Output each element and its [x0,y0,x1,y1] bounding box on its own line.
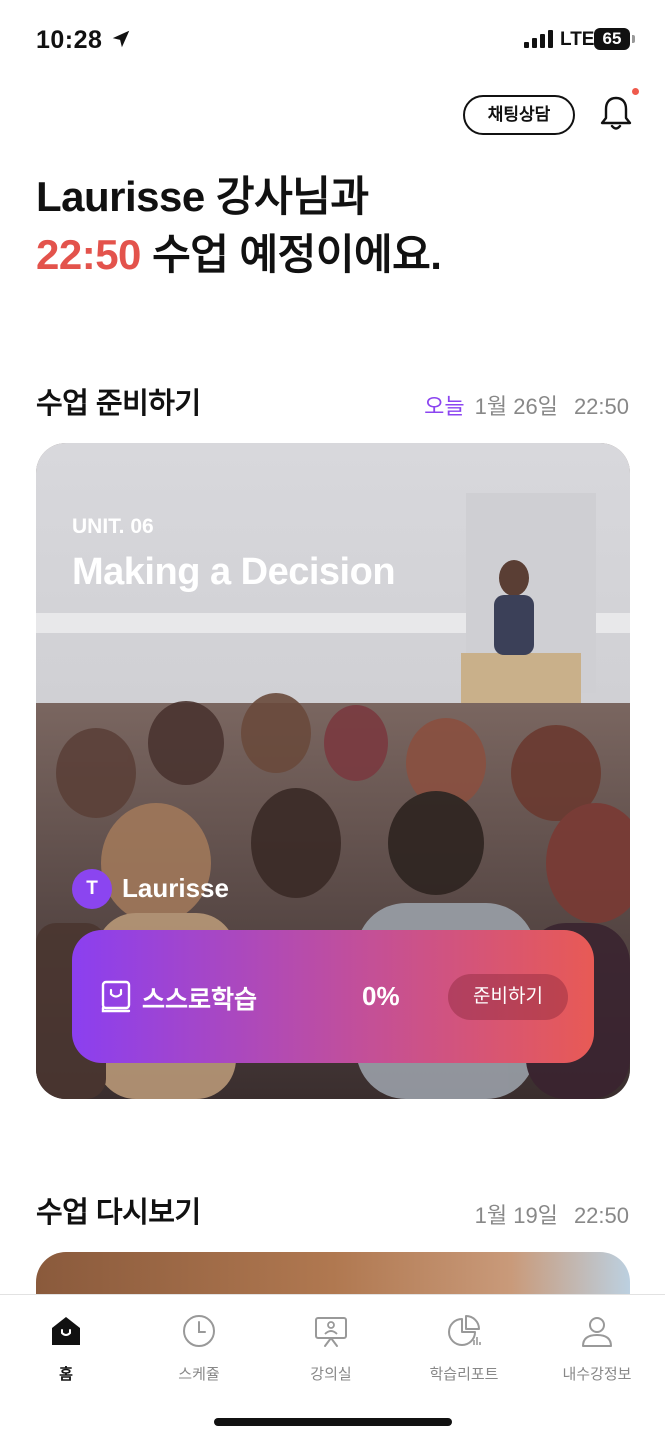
today-label: 오늘 [424,394,465,419]
home-icon [52,1317,80,1345]
upcoming-time: 22:50 [573,394,629,419]
headline-line2: 22:50 수업 예정이에요. [36,226,442,284]
chat-consult-button[interactable]: 채팅상담 [463,95,575,135]
bell-icon[interactable] [598,94,634,132]
report-chart-icon [448,1315,481,1346]
upcoming-section-meta: 오늘 1월 26일 22:50 [424,389,629,421]
tab-report-label: 학습리포트 [429,1366,499,1383]
teacher-avatar: T [72,869,112,909]
battery-tip [632,35,635,43]
classroom-icon [315,1317,347,1347]
tab-home[interactable]: 홈 [11,1313,121,1384]
headline-line2-text: 수업 예정이에요. [140,231,442,278]
page-headline: Laurisse 강사님과 22:50 수업 예정이에요. [36,168,442,284]
tab-my-info-label: 내수강정보 [562,1366,632,1383]
tab-home-label: 홈 [59,1366,73,1383]
tab-classroom-label: 강의실 [310,1366,352,1383]
self-study-label: 스스로학습 [142,986,258,1014]
status-bar: 10:28 LTE 65 [0,0,665,80]
status-time: 10:28 [36,26,103,54]
headline-time: 22:50 [36,231,141,278]
tab-schedule[interactable]: 스케쥴 [144,1313,254,1384]
tab-classroom[interactable]: 강의실 [276,1313,386,1384]
home-indicator [214,1418,452,1426]
battery-icon: 65 [594,28,630,50]
tab-report[interactable]: 학습리포트 [409,1313,519,1384]
user-icon [582,1317,612,1347]
review-date: 1월 19일 [474,1203,558,1228]
headline-line1: Laurisse 강사님과 [36,173,369,220]
notification-dot [632,88,639,95]
review-section-title: 수업 다시보기 [36,1197,201,1229]
teacher-name: Laurisse [122,873,229,903]
prepare-button[interactable]: 준비하기 [448,974,568,1020]
review-section-meta: 1월 19일 22:50 [475,1198,629,1230]
lesson-card[interactable]: UNIT. 06 Making a Decision T Laurisse 스스… [36,443,630,1099]
book-icon [101,980,131,1013]
tab-my-info[interactable]: 내수강정보 [542,1313,652,1384]
signal-icon [524,30,554,48]
network-label: LTE [560,29,595,50]
lesson-title: Making a Decision [72,551,396,593]
upcoming-section-title: 수업 준비하기 [36,388,201,420]
unit-label: UNIT. 06 [72,515,154,538]
tab-schedule-label: 스케쥴 [178,1366,220,1383]
upcoming-date: 1월 26일 [474,394,558,419]
location-arrow-icon [112,30,130,48]
review-time: 22:50 [573,1203,629,1228]
clock-icon [183,1315,215,1347]
self-study-bar[interactable]: 스스로학습 0% 준비하기 [72,930,594,1063]
self-study-progress: 0% [362,981,400,1011]
